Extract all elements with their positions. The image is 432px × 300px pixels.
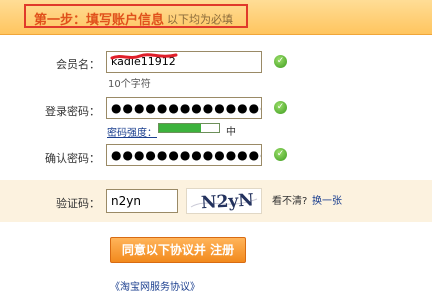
captcha-input[interactable]: n2yn [106, 189, 178, 213]
confirm-password-input[interactable]: ●●●●●●●●●●●●●●● [106, 144, 262, 166]
username-label: 会员名： [56, 58, 100, 71]
username-check-icon: ✓ [274, 55, 287, 68]
step-title: 第一步：填写账户信息 [34, 13, 165, 28]
captcha-unclear-text: 看不清? [272, 196, 308, 207]
password-check-icon: ✓ [274, 101, 287, 114]
confirm-password-label: 确认密码： [45, 152, 100, 165]
password-strength-label: 密码强度： [107, 128, 157, 139]
confirm-password-check-icon: ✓ [274, 148, 287, 161]
password-input[interactable]: ●●●●●●●●●●●●●●● [106, 97, 262, 119]
captcha-refresh-link[interactable]: 换一张 [312, 192, 342, 207]
captcha-image[interactable]: N2yN [186, 188, 262, 214]
password-strength-text: 中 [226, 127, 236, 138]
agree-and-register-button[interactable]: 同意以下协议并 注册 [110, 237, 246, 263]
service-agreement-link[interactable]: 《淘宝网服务协议》 [110, 278, 200, 293]
captcha-label: 验证码： [56, 197, 100, 210]
password-label: 登录密码： [45, 105, 100, 118]
username-hint: 10个字符 [108, 79, 151, 90]
password-strength-fill [159, 124, 201, 132]
password-strength-meter [158, 123, 220, 133]
captcha-image-text: N2yN [201, 190, 255, 213]
captcha-image-graphic: N2yN [190, 190, 258, 213]
step-note: 以下均为必填 [167, 13, 233, 26]
username-redaction-scribble [110, 53, 178, 60]
